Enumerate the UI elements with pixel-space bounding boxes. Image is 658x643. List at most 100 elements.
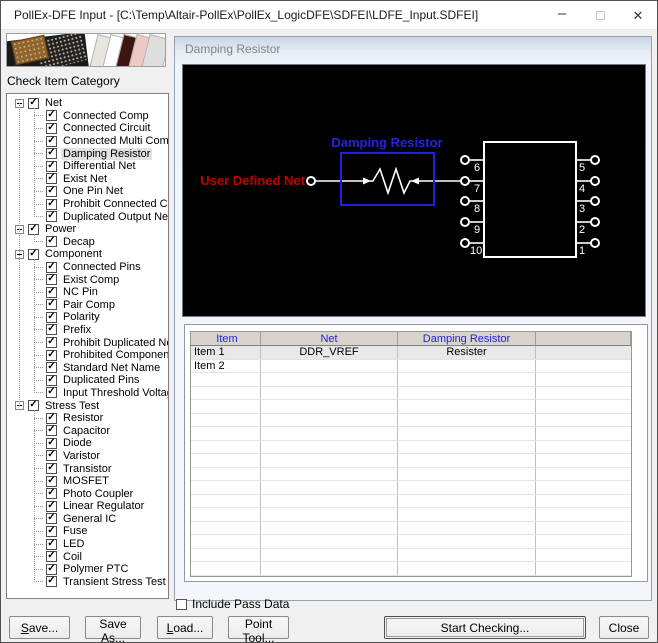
table-cell[interactable] (261, 373, 398, 386)
tree-item-nc-pin[interactable]: NC Pin (7, 286, 168, 299)
tree-item-transient-stress-test[interactable]: Transient Stress Test (7, 576, 168, 589)
point-tool-button[interactable]: Point Tool... (228, 616, 289, 639)
table-cell[interactable] (191, 522, 261, 535)
table-cell[interactable] (398, 454, 536, 467)
checkbox-checked-icon[interactable] (46, 136, 57, 147)
checkbox-checked-icon[interactable] (46, 526, 57, 537)
schematic-canvas[interactable]: User Defined Net Damping Resistor 6 7 8 … (182, 64, 646, 317)
table-row[interactable]: Item 1DDR_VREFResister (191, 346, 631, 360)
table-cell[interactable] (261, 441, 398, 454)
tree-item-exist-net[interactable]: Exist Net (7, 173, 168, 186)
table-cell[interactable] (261, 414, 398, 427)
table-row[interactable] (191, 454, 631, 468)
tree-item-prohibited-component[interactable]: Prohibited Component (7, 349, 168, 362)
tree-item-connected-multi-comp[interactable]: Connected Multi Comp (7, 135, 168, 148)
tree-item-resistor[interactable]: Resistor (7, 412, 168, 425)
tree-item-connected-circuit[interactable]: Connected Circuit (7, 122, 168, 135)
tree-item-stress-test[interactable]: Stress Test (7, 399, 168, 412)
table-cell[interactable] (398, 481, 536, 494)
tree-item-net[interactable]: Net (7, 97, 168, 110)
check-item-tree[interactable]: NetConnected CompConnected CircuitConnec… (6, 93, 169, 599)
tree-item-decap[interactable]: Decap (7, 236, 168, 249)
table-cell[interactable] (398, 522, 536, 535)
tree-item-duplicated-pins[interactable]: Duplicated Pins (7, 374, 168, 387)
checkbox-checked-icon[interactable] (46, 211, 57, 222)
minimize-icon[interactable] (543, 1, 581, 30)
table-cell[interactable] (536, 508, 631, 521)
results-table[interactable]: ItemNetDamping ResistorItem 1DDR_VREFRes… (190, 331, 632, 577)
table-cell[interactable] (398, 495, 536, 508)
close-button[interactable]: Close (599, 616, 649, 639)
checkbox-checked-icon[interactable] (46, 148, 57, 159)
table-cell[interactable] (398, 414, 536, 427)
table-cell[interactable] (261, 562, 398, 575)
table-cell[interactable] (398, 373, 536, 386)
close-icon[interactable] (619, 1, 657, 30)
table-cell[interactable] (536, 414, 631, 427)
table-cell[interactable] (398, 549, 536, 562)
checkbox-checked-icon[interactable] (46, 564, 57, 575)
table-cell[interactable] (536, 468, 631, 481)
checkbox-checked-icon[interactable] (46, 488, 57, 499)
table-cell[interactable] (398, 562, 536, 575)
checkbox-checked-icon[interactable] (46, 450, 57, 461)
table-cell[interactable] (191, 495, 261, 508)
table-cell[interactable] (191, 387, 261, 400)
table-cell[interactable] (261, 454, 398, 467)
table-cell[interactable] (536, 427, 631, 440)
collapse-minus-icon[interactable] (15, 225, 24, 234)
table-cell[interactable] (536, 549, 631, 562)
tree-item-diode[interactable]: Diode (7, 437, 168, 450)
table-row[interactable] (191, 373, 631, 387)
table-row[interactable] (191, 387, 631, 401)
table-cell[interactable] (261, 522, 398, 535)
checkbox-checked-icon[interactable] (46, 476, 57, 487)
table-cell[interactable] (261, 508, 398, 521)
table-row[interactable] (191, 562, 631, 576)
table-cell[interactable] (536, 495, 631, 508)
table-cell[interactable] (398, 535, 536, 548)
checkbox-checked-icon[interactable] (46, 324, 57, 335)
table-cell[interactable] (261, 400, 398, 413)
table-row[interactable] (191, 414, 631, 428)
table-cell[interactable]: Resister (398, 346, 536, 359)
checkbox-checked-icon[interactable] (46, 299, 57, 310)
table-row[interactable] (191, 522, 631, 536)
table-row[interactable] (191, 495, 631, 509)
checkbox-checked-icon[interactable] (46, 413, 57, 424)
tree-item-pair-comp[interactable]: Pair Comp (7, 299, 168, 312)
table-cell[interactable] (536, 387, 631, 400)
checkbox-checked-icon[interactable] (46, 375, 57, 386)
table-cell[interactable] (398, 508, 536, 521)
tree-item-capacitor[interactable]: Capacitor (7, 424, 168, 437)
save-as-button[interactable]: Save As... (85, 616, 141, 639)
table-cell[interactable] (536, 360, 631, 373)
tree-item-one-pin-net[interactable]: One Pin Net (7, 185, 168, 198)
table-row[interactable] (191, 441, 631, 455)
include-pass-data-checkbox[interactable] (176, 599, 187, 610)
load-button[interactable]: Load... (157, 616, 213, 639)
table-row[interactable] (191, 400, 631, 414)
table-cell[interactable] (398, 400, 536, 413)
table-cell[interactable] (536, 346, 631, 359)
checkbox-checked-icon[interactable] (46, 387, 57, 398)
checkbox-checked-icon[interactable] (46, 513, 57, 524)
checkbox-checked-icon[interactable] (46, 173, 57, 184)
table-cell[interactable] (536, 441, 631, 454)
table-cell[interactable] (398, 441, 536, 454)
checkbox-checked-icon[interactable] (46, 350, 57, 361)
collapse-minus-icon[interactable] (15, 250, 24, 259)
table-cell[interactable] (191, 454, 261, 467)
table-cell[interactable] (261, 360, 398, 373)
table-cell[interactable] (261, 495, 398, 508)
table-row[interactable] (191, 508, 631, 522)
table-cell[interactable] (191, 400, 261, 413)
table-row[interactable] (191, 535, 631, 549)
table-cell[interactable] (536, 481, 631, 494)
checkbox-checked-icon[interactable] (46, 236, 57, 247)
checkbox-checked-icon[interactable] (46, 576, 57, 587)
table-cell[interactable]: DDR_VREF (261, 346, 398, 359)
checkbox-checked-icon[interactable] (46, 287, 57, 298)
tree-item-differential-net[interactable]: Differential Net (7, 160, 168, 173)
table-cell[interactable] (536, 522, 631, 535)
